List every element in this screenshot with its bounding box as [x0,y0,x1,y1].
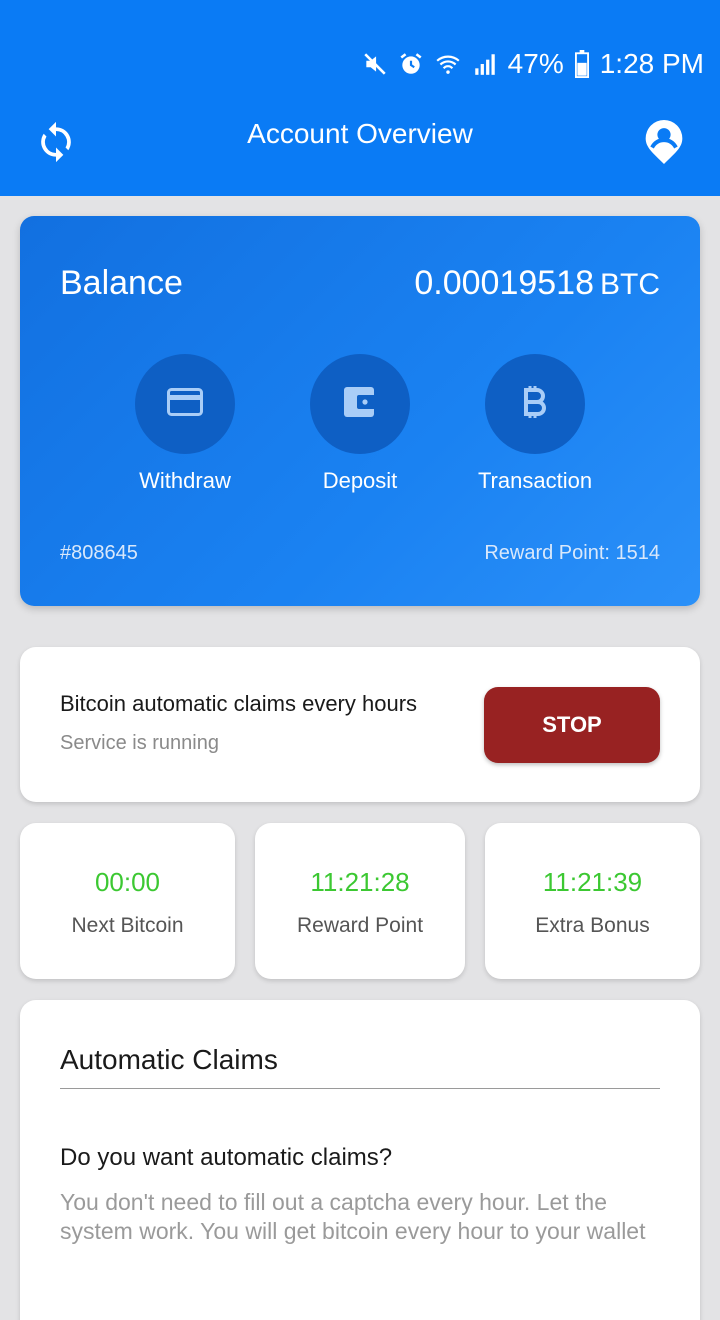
account-icon [642,120,686,170]
page-title: Account Overview [247,118,473,149]
status-bar: 47% 1:28 PM [362,42,704,86]
automatic-claims-card: Automatic Claims Do you want automatic c… [20,1000,700,1320]
service-status: Service is running [60,732,219,754]
deposit-circle [310,354,410,454]
account-id: #808645 [60,542,138,564]
timer-value: 11:21:28 [310,867,410,897]
bitcoin-icon [521,384,549,425]
mute-icon [362,51,388,77]
timer-card-next-bitcoin: 00:00 Next Bitcoin [20,823,235,979]
credit-card-icon [167,387,203,421]
timer-card-reward-point: 11:21:28 Reward Point [255,823,465,979]
battery-icon [574,50,590,78]
timer-label: Extra Bonus [535,914,650,937]
alarm-icon [398,51,424,77]
transaction-label: Transaction [477,468,593,493]
claims-description: You don't need to fill out a captcha eve… [60,1189,646,1244]
battery-percent: 47% [507,48,564,79]
withdraw-circle [135,354,235,454]
signal-icon [472,51,498,77]
balance-card: Balance 0.00019518 BTC Withdraw Deposit T… [20,216,700,606]
withdraw-label: Withdraw [139,468,231,493]
transaction-circle [485,354,585,454]
timer-label: Next Bitcoin [71,914,184,937]
account-button[interactable] [642,118,686,166]
timer-value: 11:21:39 [542,867,643,897]
timer-value: 00:00 [94,867,161,897]
withdraw-button[interactable]: Withdraw [95,354,275,494]
deposit-button[interactable]: Deposit [270,354,450,494]
deposit-label: Deposit [322,468,398,493]
app-bar: 47% 1:28 PM Account Overview [0,0,720,196]
timer-label: Reward Point [296,914,424,937]
claims-heading: Automatic Claims [60,1044,278,1075]
balance-amount: 0.00019518 BTC [414,264,660,303]
service-card: Bitcoin automatic claims every hours Ser… [20,647,700,802]
divider [60,1088,660,1089]
clock: 1:28 PM [599,48,704,79]
balance-number: 0.00019518 [414,264,594,302]
timer-card-extra-bonus: 11:21:39 Extra Bonus [485,823,700,979]
wallet-icon [343,386,377,423]
stop-button[interactable]: STOP [484,687,660,763]
transaction-button[interactable]: Transaction [445,354,625,494]
balance-label: Balance [60,264,183,302]
wifi-icon [434,51,462,77]
balance-unit: BTC [600,268,660,301]
refresh-icon [34,121,78,170]
claims-question: Do you want automatic claims? [60,1144,393,1171]
service-title: Bitcoin automatic claims every hours [60,691,418,716]
reward-points: Reward Point: 1514 [484,542,660,564]
